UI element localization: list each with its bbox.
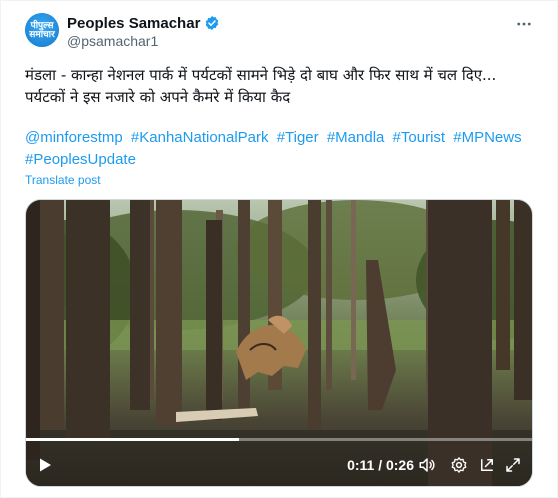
- more-options-icon[interactable]: [513, 13, 535, 35]
- play-icon[interactable]: [34, 454, 56, 476]
- settings-gear-icon[interactable]: [448, 454, 470, 476]
- video-frame: [26, 200, 532, 486]
- author-name-row: Peoples Samachar: [67, 13, 220, 33]
- video-controls: 0:11 / 0:26: [26, 454, 532, 478]
- video-time: 0:11 / 0:26: [347, 457, 414, 473]
- hashtag-link[interactable]: @minforestmp: [25, 129, 123, 146]
- tweet-text: मंडला - कान्हा नेशनल पार्क में पर्यटकों …: [25, 64, 535, 108]
- volume-icon[interactable]: [416, 454, 438, 476]
- verified-badge-icon: [206, 16, 219, 30]
- video-progress-fill: [26, 438, 239, 441]
- tweet-text-line2: पर्यटकों ने इस नजारे को अपने कैमरे में क…: [25, 88, 291, 106]
- avatar-logo-line2: समाचार: [29, 29, 55, 39]
- video-progress-bar[interactable]: [26, 438, 532, 441]
- avatar-logo: पीपुल्स समाचार: [25, 13, 59, 47]
- hashtag-list: @minforestmp #KanhaNationalPark #Tiger #…: [25, 127, 535, 171]
- hashtag-link[interactable]: #Tiger: [277, 129, 319, 146]
- avatar[interactable]: पीपुल्स समाचार: [25, 13, 59, 47]
- hashtag-link[interactable]: #KanhaNationalPark: [131, 129, 269, 146]
- translate-post-link[interactable]: Translate post: [25, 173, 101, 187]
- video-player[interactable]: 0:11 / 0:26: [25, 199, 533, 487]
- popout-icon[interactable]: [476, 454, 498, 476]
- tweet-card: पीपुल्स समाचार Peoples Samachar @psamach…: [0, 0, 558, 498]
- hashtag-link[interactable]: #PeoplesUpdate: [25, 151, 136, 168]
- hashtag-link[interactable]: #MPNews: [453, 129, 521, 146]
- handle[interactable]: @psamachar1: [67, 33, 158, 49]
- fullscreen-icon[interactable]: [502, 454, 524, 476]
- tweet-text-line1: मंडला - कान्हा नेशनल पार्क में पर्यटकों …: [25, 66, 497, 84]
- hashtag-link[interactable]: #Tourist: [393, 129, 446, 146]
- hashtag-link[interactable]: #Mandla: [327, 129, 385, 146]
- display-name[interactable]: Peoples Samachar: [67, 15, 200, 32]
